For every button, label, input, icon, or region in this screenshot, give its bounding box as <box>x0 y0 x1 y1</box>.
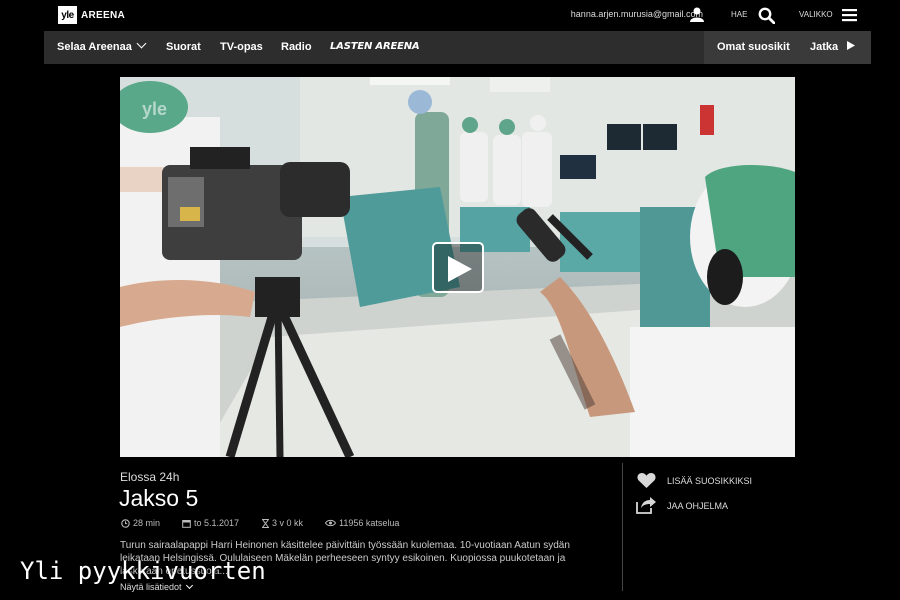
episode-title: Jakso 5 <box>119 485 199 511</box>
areena-logo-text: AREENA <box>81 9 126 21</box>
nav-right-panel: Omat suosikit Jatka <box>704 31 871 64</box>
availability-text: 3 v 0 kk <box>272 518 304 528</box>
menu-label[interactable]: VALIKKO <box>799 10 833 19</box>
broadcast-date: to 5.1.2017 <box>182 518 239 528</box>
search-icon[interactable] <box>758 7 775 24</box>
yle-areena-logo[interactable]: yle AREENA <box>58 6 125 24</box>
add-favorite-button[interactable]: LISÄÄ SUOSIKKIKSI <box>667 476 752 486</box>
view-count: 11956 katselua <box>325 518 399 528</box>
info-divider <box>622 463 623 591</box>
user-icon[interactable] <box>690 7 704 22</box>
play-button[interactable] <box>432 242 484 293</box>
play-small-icon <box>847 41 856 50</box>
yle-logo-mark: yle <box>58 6 77 24</box>
nav-kids[interactable]: LASTEN AREENA <box>330 41 420 52</box>
broadcast-date-text: to 5.1.2017 <box>194 518 240 528</box>
chevron-down-icon <box>136 38 147 49</box>
user-email[interactable]: hanna.arjen.murusia@gmail.com <box>571 9 703 19</box>
nav-continue[interactable]: Jatka <box>810 41 856 53</box>
eye-icon <box>325 519 336 527</box>
share-button[interactable]: JAA OHJELMA <box>667 501 728 511</box>
search-label[interactable]: HAE <box>731 10 747 19</box>
availability: 3 v 0 kk <box>262 518 303 528</box>
duration-text: 28 min <box>133 518 161 528</box>
video-player[interactable]: yle <box>120 77 795 457</box>
top-bar: yle AREENA hanna.arjen.murusia@gmail.com… <box>0 0 900 31</box>
nav-tv-guide[interactable]: TV-opas <box>220 41 263 53</box>
series-name[interactable]: Elossa 24h <box>120 470 179 484</box>
main-nav: Selaa Areenaa Suorat TV-opas Radio LASTE… <box>44 31 871 64</box>
play-icon <box>448 256 472 282</box>
duration: 28 min <box>121 518 160 528</box>
view-count-text: 11956 katselua <box>339 518 400 528</box>
svg-text:yle: yle <box>142 99 167 119</box>
heart-icon[interactable] <box>637 472 656 489</box>
nav-continue-label: Jatka <box>810 41 839 53</box>
calendar-icon <box>182 519 191 528</box>
nav-favorites[interactable]: Omat suosikit <box>717 41 790 53</box>
nav-browse[interactable]: Selaa Areenaa <box>57 38 147 53</box>
hourglass-icon <box>262 518 269 528</box>
watermark-caption: Yli pyykkivuorten <box>20 557 266 585</box>
nav-browse-label: Selaa Areenaa <box>57 41 132 53</box>
nav-live[interactable]: Suorat <box>166 41 201 53</box>
nav-radio[interactable]: Radio <box>281 41 312 53</box>
hamburger-menu-icon[interactable] <box>842 8 857 22</box>
share-icon[interactable] <box>636 496 657 514</box>
clock-icon <box>121 518 130 528</box>
